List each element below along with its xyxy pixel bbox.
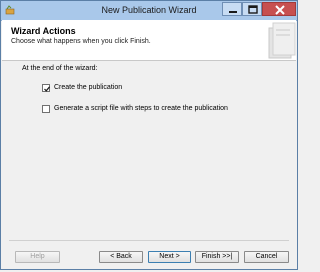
- wizard-content: At the end of the wizard: Create the pub…: [2, 61, 296, 236]
- help-button[interactable]: Help: [15, 251, 60, 263]
- finish-button[interactable]: Finish >>|: [195, 251, 239, 263]
- generate-script-label[interactable]: Generate a script file with steps to cre…: [54, 105, 228, 112]
- minimize-button[interactable]: [222, 2, 242, 16]
- wizard-window: New Publication Wizard Wizard Actions Ch…: [0, 0, 298, 270]
- create-publication-checkbox[interactable]: [42, 84, 51, 92]
- page-title: Wizard Actions: [11, 26, 76, 36]
- generate-script-checkbox[interactable]: [42, 105, 50, 113]
- close-button[interactable]: [262, 2, 296, 16]
- wizard-header: Wizard Actions Choose what happens when …: [2, 20, 296, 61]
- wizard-graphic-icon: [265, 20, 297, 60]
- cancel-button[interactable]: Cancel: [244, 251, 289, 263]
- next-button[interactable]: Next >: [148, 251, 191, 263]
- back-button[interactable]: < Back: [99, 251, 143, 263]
- create-publication-label[interactable]: Create the publication: [54, 84, 122, 91]
- intro-label: At the end of the wizard:: [22, 65, 98, 72]
- footer-divider: [9, 240, 289, 241]
- title-bar[interactable]: New Publication Wizard: [1, 1, 297, 21]
- page-subtitle: Choose what happens when you click Finis…: [11, 38, 151, 45]
- maximize-button[interactable]: [242, 2, 262, 16]
